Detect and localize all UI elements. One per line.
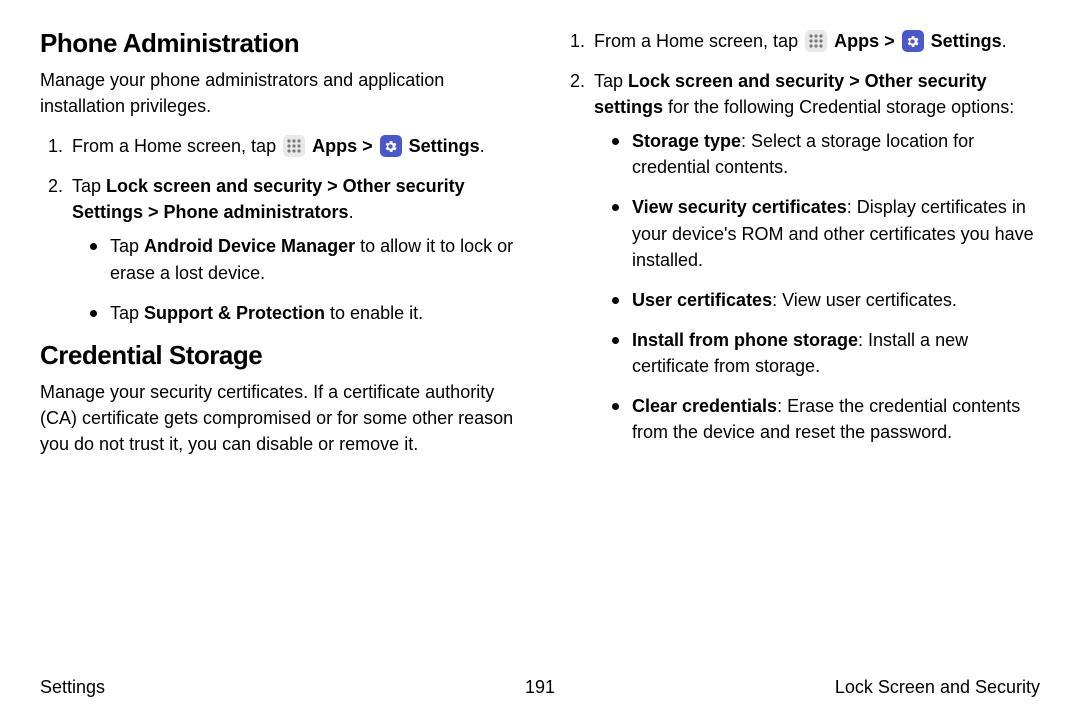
credential-storage-steps: From a Home screen, tap Apps > Settings.… [562,28,1040,445]
option-name: Clear credentials [632,396,777,416]
page-body: Phone Administration Manage your phone a… [0,0,1080,471]
phone-admin-description: Manage your phone administrators and app… [40,67,518,119]
page-footer: Settings 191 Lock Screen and Security [40,677,1040,698]
option-name: Android Device Manager [144,236,355,256]
phone-admin-substeps: Tap Android Device Manager to allow it t… [72,233,518,325]
step-item: From a Home screen, tap Apps > Settings. [590,28,1040,54]
text: to enable it. [325,303,423,323]
credential-options: Storage type: Select a storage location … [594,128,1040,445]
breadcrumb-separator: > [879,31,900,51]
apps-icon [283,135,305,157]
heading-credential-storage: Credential Storage [40,340,518,371]
list-item: Clear credentials: Erase the credential … [612,393,1040,445]
breadcrumb-separator: > [357,136,378,156]
list-item: Tap Android Device Manager to allow it t… [90,233,518,285]
nav-path: Lock screen and security > Other securit… [72,176,465,222]
text: From a Home screen, tap [594,31,803,51]
text: Tap [110,236,144,256]
settings-label: Settings [409,136,480,156]
apps-icon [805,30,827,52]
text: : View user certificates. [772,290,957,310]
text: . [480,136,485,156]
right-column: From a Home screen, tap Apps > Settings.… [562,28,1040,471]
text: . [349,202,354,222]
settings-label: Settings [931,31,1002,51]
heading-phone-administration: Phone Administration [40,28,518,59]
text: . [1002,31,1007,51]
list-item: Install from phone storage: Install a ne… [612,327,1040,379]
apps-label: Apps [312,136,357,156]
option-name: Install from phone storage [632,330,858,350]
option-name: Storage type [632,131,741,151]
credential-storage-description: Manage your security certificates. If a … [40,379,518,457]
text: Tap [72,176,106,196]
footer-chapter-label: Lock Screen and Security [555,677,1040,698]
list-item: View security certificates: Display cert… [612,194,1040,272]
text: From a Home screen, tap [72,136,281,156]
footer-section-label: Settings [40,677,525,698]
step-item: From a Home screen, tap Apps > Settings. [68,133,518,159]
settings-icon [380,135,402,157]
left-column: Phone Administration Manage your phone a… [40,28,518,471]
option-name: View security certificates [632,197,847,217]
list-item: Storage type: Select a storage location … [612,128,1040,180]
text: for the following Credential storage opt… [663,97,1014,117]
text: Tap [110,303,144,323]
step-item: Tap Lock screen and security > Other sec… [68,173,518,325]
option-name: User certificates [632,290,772,310]
page-number: 191 [525,677,555,698]
apps-label: Apps [834,31,879,51]
list-item: Tap Support & Protection to enable it. [90,300,518,326]
option-name: Support & Protection [144,303,325,323]
text: Tap [594,71,628,91]
list-item: User certificates: View user certificate… [612,287,1040,313]
step-item: Tap Lock screen and security > Other sec… [590,68,1040,445]
phone-admin-steps: From a Home screen, tap Apps > Settings.… [40,133,518,326]
settings-icon [902,30,924,52]
